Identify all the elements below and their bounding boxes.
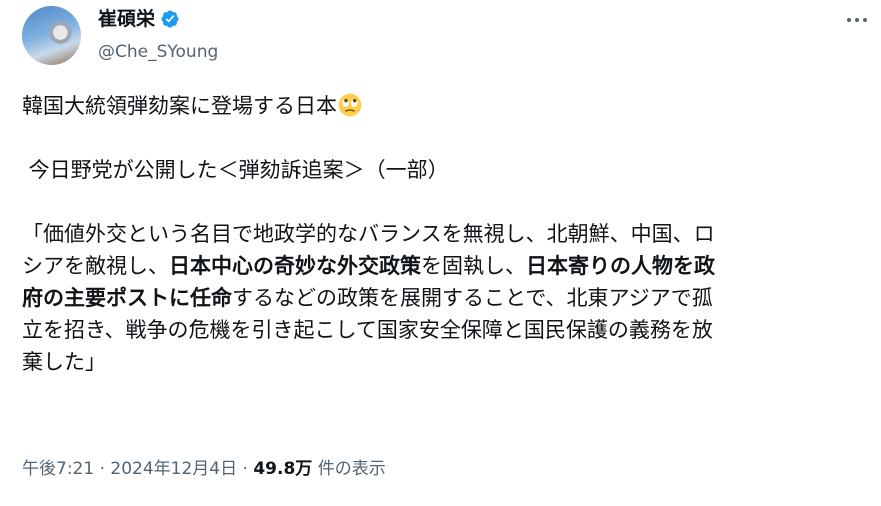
more-options-button[interactable]: [839, 10, 875, 30]
tweet-line: 韓国大統領弾劾案に登場する日本: [22, 90, 872, 122]
quote-text: シアを敵視し、: [22, 254, 169, 278]
verified-badge-icon: [161, 10, 179, 28]
tweet-line: 立を招き、戦争の危機を引き起こして国家安全保障と国民保護の義務を放: [22, 318, 713, 342]
author-display-name[interactable]: 崔碩栄: [98, 6, 155, 32]
views-label: 件の表示: [312, 459, 386, 479]
quote-bold-text: 日本寄りの人物を政: [526, 254, 715, 278]
tweet-date[interactable]: 2024年12月4日: [110, 459, 237, 479]
more-dot-icon: [855, 18, 859, 22]
author-handle[interactable]: @Che_SYoung: [98, 40, 218, 64]
tweet-line: 府の主要ポストに任命するなどの政策を展開することで、北東アジアで孤: [22, 282, 872, 314]
author-name-row: 崔碩栄: [98, 6, 180, 32]
tweet-line: 今日野党が公開した＜弾劾訴追案＞（一部）: [22, 158, 449, 182]
tweet-line: 「価値外交という名目で地政学的なバランスを無視し、北朝鮮、中国、ロ: [22, 222, 715, 246]
tweet-title-text: 韓国大統領弾劾案に登場する日本: [22, 94, 337, 118]
quote-bold-text: 府の主要ポストに任命: [22, 286, 232, 310]
more-dot-icon: [847, 18, 851, 22]
tweet-text: 韓国大統領弾劾案に登場する日本 今日野党が公開した＜弾劾訴追案＞（一部） 「価値…: [22, 90, 872, 378]
face-with-rolling-eyes-icon: [338, 93, 362, 117]
separator: ·: [94, 459, 111, 479]
quote-text: するなどの政策を展開することで、北東アジアで孤: [232, 286, 713, 310]
separator: ·: [237, 459, 254, 479]
tweet-time[interactable]: 午後7:21: [22, 459, 94, 479]
avatar[interactable]: [22, 6, 81, 65]
views-count: 49.8万: [253, 459, 313, 479]
quote-text: を固執し、: [421, 254, 526, 278]
tweet-line: 棄した」: [22, 350, 106, 374]
quote-bold-text: 日本中心の奇妙な外交政策: [169, 254, 421, 278]
tweet-line: シアを敵視し、日本中心の奇妙な外交政策を固執し、日本寄りの人物を政: [22, 250, 872, 282]
more-dot-icon: [863, 18, 867, 22]
tweet-meta: 午後7:21 · 2024年12月4日 · 49.8万 件の表示: [22, 455, 386, 483]
